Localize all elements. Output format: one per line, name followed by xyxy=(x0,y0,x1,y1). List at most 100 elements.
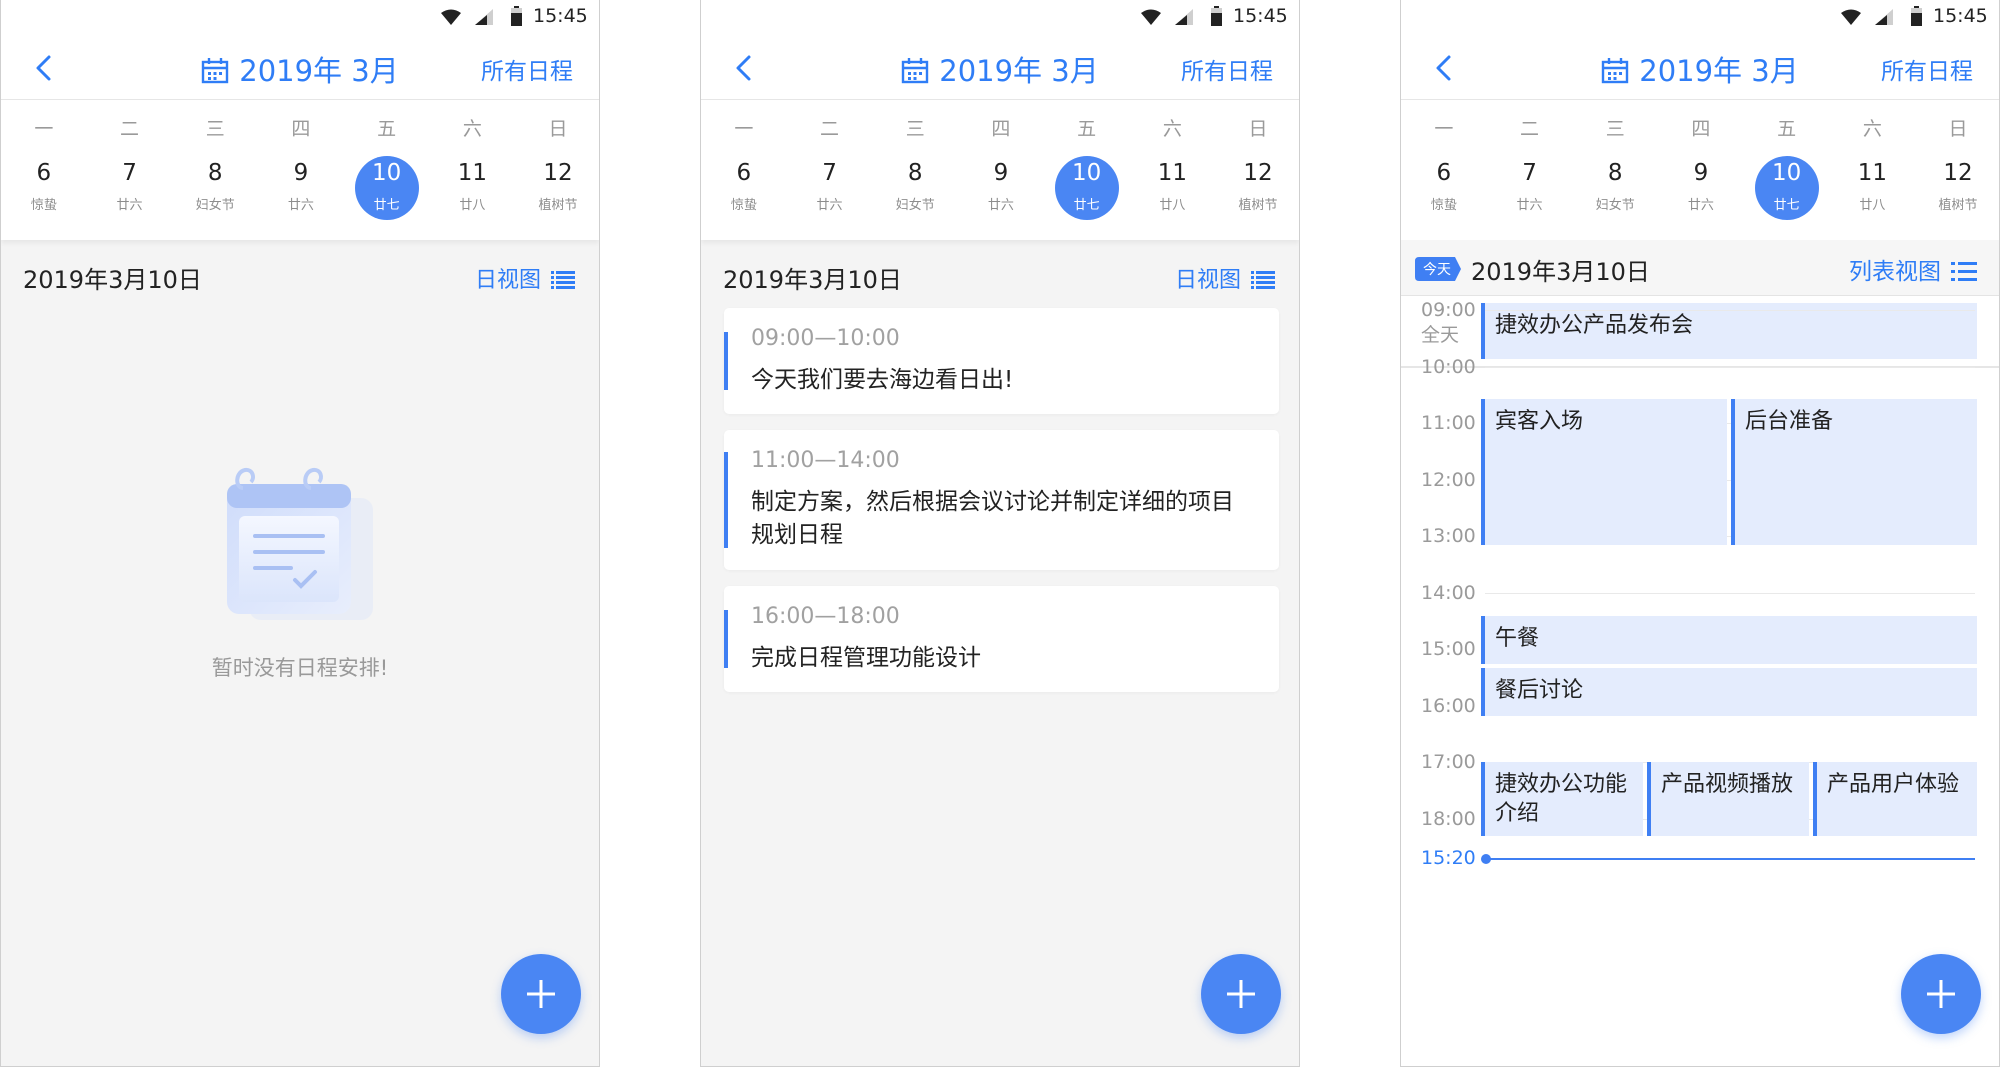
hour-label: 14:00 xyxy=(1421,581,1476,604)
timeline-event[interactable]: 宾客入场 xyxy=(1481,399,1727,545)
timeline-event[interactable]: 后台准备 xyxy=(1731,399,1977,545)
week-strip: 一 6 惊蛰 二 7 廿六 三 8 妇女节 四 9 廿六 五 10 廿七 六 11 廿八 日 12 植树节 xyxy=(1401,100,1999,240)
weekday-label: 五 xyxy=(1777,118,1797,140)
weekday-label: 一 xyxy=(34,118,54,140)
lunar-date: 廿七 xyxy=(373,198,400,213)
date-number: 8 xyxy=(1607,160,1623,186)
day-view-label: 日视图 xyxy=(1174,268,1241,293)
all-day-event[interactable]: 捷效办公产品发布会 xyxy=(1481,303,1977,359)
week-day-11[interactable]: 六 11 廿八 xyxy=(430,100,516,240)
status-time: 15:45 xyxy=(533,5,588,27)
event-title: 完成日程管理功能设计 xyxy=(751,645,981,671)
timeline-event[interactable]: 捷效办公功能介绍 xyxy=(1481,762,1643,836)
timeline-event[interactable]: 产品视频播放 xyxy=(1647,762,1809,836)
weekday-label: 六 xyxy=(1862,118,1882,140)
lunar-date: 廿六 xyxy=(1516,198,1543,213)
week-day-6[interactable]: 一 6 惊蛰 xyxy=(1,100,87,240)
lunar-date: 廿六 xyxy=(1687,198,1714,213)
event-title: 产品视频播放 xyxy=(1661,772,1794,797)
event-card[interactable]: 11:00—14:00 制定方案，然后根据会议讨论并制定详细的项目规划日程 xyxy=(724,430,1279,570)
date-number: 6 xyxy=(36,160,52,186)
all-schedules-button[interactable]: 所有日程 xyxy=(1881,52,1973,86)
day-view-button[interactable]: 日视图 xyxy=(1175,262,1275,294)
timeline-event[interactable]: 午餐 xyxy=(1481,616,1977,664)
event-card[interactable]: 09:00—10:00 今天我们要去海边看日出! xyxy=(724,308,1279,414)
week-day-7[interactable]: 二 7 廿六 xyxy=(787,100,873,240)
week-day-7[interactable]: 二 7 廿六 xyxy=(87,100,173,240)
list-lines-icon xyxy=(1251,271,1275,289)
lunar-date: 廿六 xyxy=(987,198,1014,213)
calendar-icon xyxy=(202,58,229,84)
week-day-8[interactable]: 三 8 妇女节 xyxy=(1572,100,1658,240)
selected-date: 2019年3月10日 xyxy=(1471,258,1650,286)
week-day-8[interactable]: 三 8 妇女节 xyxy=(172,100,258,240)
week-day-6[interactable]: 一 6 惊蛰 xyxy=(701,100,787,240)
signal-icon xyxy=(1875,9,1893,25)
weekday-label: 五 xyxy=(377,118,397,140)
date-number: 11 xyxy=(1857,160,1887,186)
month-label: 2019年 3月 xyxy=(939,54,1099,88)
date-number: 11 xyxy=(457,160,487,186)
date-number: 7 xyxy=(822,160,837,186)
week-day-10[interactable]: 五 10 廿七 xyxy=(344,100,430,240)
week-day-11[interactable]: 六 11 廿八 xyxy=(1830,100,1916,240)
event-title: 捷效办公产品发布会 xyxy=(1495,313,1694,338)
event-time: 16:00—18:00 xyxy=(751,604,900,629)
week-day-12[interactable]: 日 12 植树节 xyxy=(515,100,599,240)
week-day-10[interactable]: 五 10 廿七 xyxy=(1044,100,1130,240)
week-strip: 一 6 惊蛰 二 7 廿六 三 8 妇女节 四 9 廿六 五 10 廿七 六 11 廿八 日 12 植树节 xyxy=(1,100,599,240)
weekday-label: 二 xyxy=(120,118,140,140)
week-day-12[interactable]: 日 12 植树节 xyxy=(1215,100,1299,240)
day-timeline[interactable]: 全天 捷效办公产品发布会 09:00 10:00 11:00 12:00 13:00 14… xyxy=(1401,296,1999,1066)
weekday-label: 一 xyxy=(1434,118,1454,140)
screen-empty-state: 15:45 2019年 3月 所有日程 一 6 惊蛰 二 7 廿六 三 8 妇女节 四 9 廿六 五 10… xyxy=(0,0,600,1067)
week-day-8[interactable]: 三 8 妇女节 xyxy=(872,100,958,240)
date-number: 9 xyxy=(993,160,1009,186)
lunar-date: 惊蛰 xyxy=(730,198,757,213)
empty-message: 暂时没有日程安排! xyxy=(211,656,389,680)
add-schedule-button[interactable] xyxy=(501,954,581,1034)
weekday-label: 二 xyxy=(1520,118,1540,140)
app-header: 2019年 3月 所有日程 xyxy=(1401,34,1999,100)
all-schedules-button[interactable]: 所有日程 xyxy=(481,52,573,86)
signal-icon xyxy=(1175,9,1193,25)
week-day-10[interactable]: 五 10 廿七 xyxy=(1744,100,1830,240)
weekday-label: 日 xyxy=(548,118,568,140)
app-header: 2019年 3月 所有日程 xyxy=(701,34,1299,100)
weekday-label: 五 xyxy=(1077,118,1097,140)
week-day-12[interactable]: 日 12 植树节 xyxy=(1915,100,1999,240)
date-number: 12 xyxy=(543,160,573,186)
week-day-9[interactable]: 四 9 廿六 xyxy=(258,100,344,240)
date-number: 6 xyxy=(736,160,752,186)
event-title: 后台准备 xyxy=(1745,409,1834,434)
lunar-date: 妇女节 xyxy=(895,198,935,213)
timeline-event[interactable]: 餐后讨论 xyxy=(1481,668,1977,716)
week-day-9[interactable]: 四 9 廿六 xyxy=(958,100,1044,240)
all-day-row: 全天 捷效办公产品发布会 xyxy=(1401,296,1999,368)
day-view-button[interactable]: 日视图 xyxy=(475,262,575,294)
week-day-7[interactable]: 二 7 廿六 xyxy=(1487,100,1573,240)
hour-label: 13:00 xyxy=(1421,525,1476,547)
event-card[interactable]: 16:00—18:00 完成日程管理功能设计 xyxy=(724,586,1279,692)
plus-icon xyxy=(1227,980,1255,1008)
date-number: 9 xyxy=(1693,160,1709,186)
list-lines-icon xyxy=(551,271,575,289)
date-number: 7 xyxy=(122,160,137,186)
lunar-date: 廿六 xyxy=(287,198,314,213)
week-day-6[interactable]: 一 6 惊蛰 xyxy=(1401,100,1487,240)
weekday-label: 日 xyxy=(1248,118,1268,140)
event-title: 餐后讨论 xyxy=(1495,678,1584,703)
app-header: 2019年 3月 所有日程 xyxy=(1,34,599,100)
all-day-label: 全天 xyxy=(1421,324,1460,346)
all-schedules-button[interactable]: 所有日程 xyxy=(1181,52,1273,86)
event-card-accent xyxy=(724,332,728,390)
list-view-button[interactable]: 列表视图 xyxy=(1849,252,1977,286)
event-title: 制定方案，然后根据会议讨论并制定详细的项目规划日程 xyxy=(751,489,1234,548)
add-schedule-button[interactable] xyxy=(1201,954,1281,1034)
timeline-event[interactable]: 产品用户体验 xyxy=(1813,762,1977,836)
add-schedule-button[interactable] xyxy=(1901,954,1981,1034)
week-day-9[interactable]: 四 9 廿六 xyxy=(1658,100,1744,240)
hour-label: 17:00 xyxy=(1421,751,1476,773)
week-day-11[interactable]: 六 11 廿八 xyxy=(1130,100,1216,240)
lunar-date: 植树节 xyxy=(538,198,578,213)
